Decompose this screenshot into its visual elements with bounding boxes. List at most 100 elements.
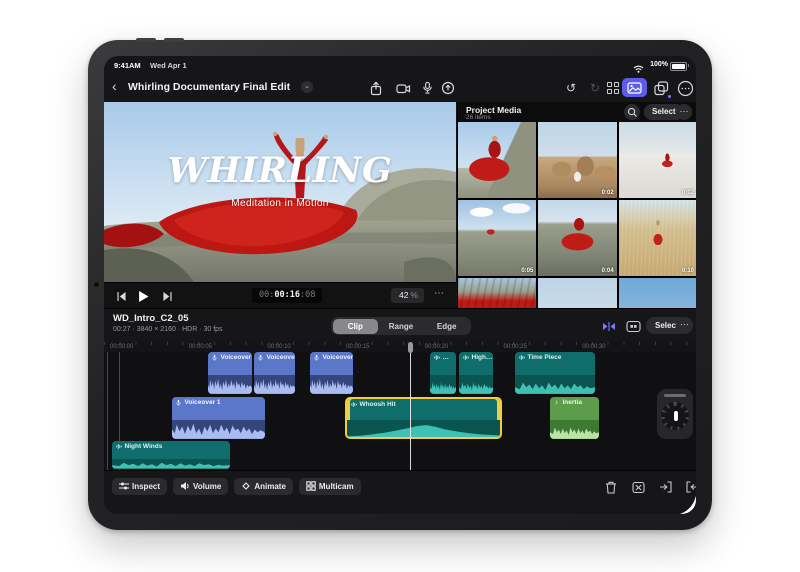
timeline-clip-voiceover-2[interactable]: Voiceover 2: [208, 352, 252, 394]
redo-icon[interactable]: ↻: [586, 79, 604, 97]
timeline-clip-inertia[interactable]: ♪Inertia: [550, 397, 599, 439]
thumbnail-duration: 0:05: [521, 268, 533, 274]
jog-dial[interactable]: [661, 402, 689, 430]
ruler-label: 00:00:10: [267, 344, 290, 350]
wave-icon: [462, 354, 469, 361]
microphone-icon[interactable]: [418, 79, 436, 97]
skip-back-icon[interactable]: [114, 290, 128, 302]
mic-icon: [175, 399, 182, 407]
media-browser-toggle[interactable]: [622, 78, 647, 97]
playhead-handle[interactable]: [408, 342, 413, 353]
subtitle-overlay: Meditation in Motion: [104, 198, 456, 209]
record-icon[interactable]: [439, 79, 457, 97]
timeline-clip-voiceover-3[interactable]: Voiceover 3: [310, 352, 353, 394]
wave-icon: [518, 354, 525, 361]
share-icon[interactable]: [367, 79, 385, 97]
clip-waveform: [310, 375, 353, 394]
viewer[interactable]: WHIRLING Meditation in Motion: [104, 102, 456, 282]
wave-icon: [433, 354, 440, 361]
media-item-count: 26 items: [466, 114, 491, 121]
effects-icon[interactable]: [652, 79, 670, 97]
mic-icon: [313, 354, 320, 362]
mode-clip[interactable]: Clip: [333, 319, 379, 334]
mode-range[interactable]: Range: [378, 319, 424, 334]
media-more-icon[interactable]: ⋯: [676, 104, 692, 120]
viewer-zoom-control[interactable]: 42%: [391, 288, 424, 303]
timeline-clip-high[interactable]: High…: [459, 352, 493, 394]
clip-label: Voiceover 1: [185, 399, 221, 406]
mic-icon: [257, 354, 264, 362]
media-thumbnail-hat-profile[interactable]: [538, 278, 616, 308]
media-thumbnail-red-cloth[interactable]: [458, 278, 536, 308]
button-label: Volume: [193, 482, 221, 491]
back-button[interactable]: ‹: [112, 77, 117, 95]
trash-icon[interactable]: [604, 480, 618, 494]
search-icon[interactable]: [624, 104, 640, 120]
viewer-more-icon[interactable]: ⋯: [434, 288, 445, 299]
volume-down-button[interactable]: [164, 38, 184, 42]
volume-up-button[interactable]: [136, 38, 156, 42]
battery-percent: 100%: [650, 61, 668, 68]
clock: 9:41AM: [114, 61, 141, 70]
timeline-clip-voiceover-1[interactable]: Voiceover 1: [172, 397, 265, 439]
media-grid: 0:02 0:02 0:05 0:04 0:10: [458, 122, 696, 308]
inspect-button[interactable]: Inspect: [112, 478, 167, 495]
timecode-display: 00:00:16:08: [252, 288, 322, 303]
workspace-icon[interactable]: [604, 79, 622, 97]
clip-label: High…: [472, 354, 493, 361]
media-thumbnail-badlands-clouds[interactable]: 0:05: [458, 200, 536, 276]
timeline-clip-night-winds[interactable]: Night Winds: [112, 441, 230, 469]
media-thumbnail-salt-flat[interactable]: 0:02: [619, 122, 696, 198]
ruler-label: 00:00:00: [110, 344, 133, 350]
skip-forward-icon[interactable]: [160, 290, 174, 302]
clip-waveform: [208, 375, 252, 394]
timeline-ruler[interactable]: 00:00:0000:00:0500:00:1000:00:1500:00:20…: [104, 342, 696, 352]
undo-icon[interactable]: ↺: [562, 79, 580, 97]
timeline-clip-whoosh-hit[interactable]: Whoosh Hit: [345, 397, 502, 439]
media-thumbnail-dancer-mountain[interactable]: [458, 122, 536, 198]
ruler-label: 00:00:15: [346, 344, 369, 350]
playhead[interactable]: [410, 342, 411, 470]
media-thumbnail-whirl-badlands[interactable]: 0:04: [538, 200, 616, 276]
button-label: Animate: [254, 482, 286, 491]
blade-icon[interactable]: [631, 480, 645, 494]
animate-icon: [241, 481, 251, 493]
multicam-button[interactable]: Multicam: [299, 478, 361, 495]
tool-buttons: Inspect Volume Animate Multicam: [112, 478, 361, 495]
edit-mode-segmented-control[interactable]: ClipRangeEdge: [331, 317, 471, 335]
title-dropdown-icon[interactable]: ⌄: [301, 81, 313, 93]
camera-icon[interactable]: [394, 79, 412, 97]
clip-waveform: [459, 375, 493, 394]
more-icon[interactable]: [676, 79, 694, 97]
append-clip-icon[interactable]: [685, 480, 696, 494]
timeline-clip-[interactable]: …: [430, 352, 456, 394]
insert-clip-icon[interactable]: [658, 480, 672, 494]
media-thumbnail-desert-rocks[interactable]: 0:02: [538, 122, 616, 198]
timeline-clip-time-piece[interactable]: Time Piece: [515, 352, 595, 394]
inspect-icon: [119, 481, 129, 493]
timeline-tracks[interactable]: Voiceover 2Voiceover 2 Voiceover 3 … High… T…: [104, 352, 696, 470]
clip-waveform: [254, 375, 295, 394]
storyline-icon[interactable]: [624, 318, 642, 334]
jog-wheel[interactable]: [657, 389, 693, 439]
volume-icon: [180, 481, 190, 493]
app-screen: 9:41AM Wed Apr 1 100% ‹ Whirling Documen…: [104, 56, 696, 514]
mode-edge[interactable]: Edge: [424, 319, 470, 334]
media-thumbnail-wheat-field[interactable]: 0:10: [619, 200, 696, 276]
thumbnail-duration: 0:02: [602, 190, 614, 196]
volume-button[interactable]: Volume: [173, 478, 228, 495]
multicam-icon: [306, 481, 316, 493]
timeline-more-icon[interactable]: ⋯: [676, 317, 693, 334]
effects-badge: [668, 95, 672, 99]
timeline-clip-voiceover-2[interactable]: Voiceover 2: [254, 352, 295, 394]
ruler-label: 00:00:30: [582, 344, 605, 350]
thumbnail-duration: 0:10: [682, 268, 694, 274]
jog-handle[interactable]: [664, 394, 686, 397]
play-button[interactable]: [136, 290, 150, 302]
timeline-header: WD_Intro_C2_05 00:27 · 3840 × 2160 · HDR…: [104, 308, 696, 343]
snapping-icon[interactable]: [600, 318, 618, 334]
timeline-clip-name: WD_Intro_C2_05: [113, 313, 189, 324]
media-thumbnail-sky-clouds[interactable]: [619, 278, 696, 308]
timeline-clip-meta: 00:27 · 3840 × 2160 · HDR · 30 fps: [113, 326, 223, 333]
animate-button[interactable]: Animate: [234, 478, 293, 495]
